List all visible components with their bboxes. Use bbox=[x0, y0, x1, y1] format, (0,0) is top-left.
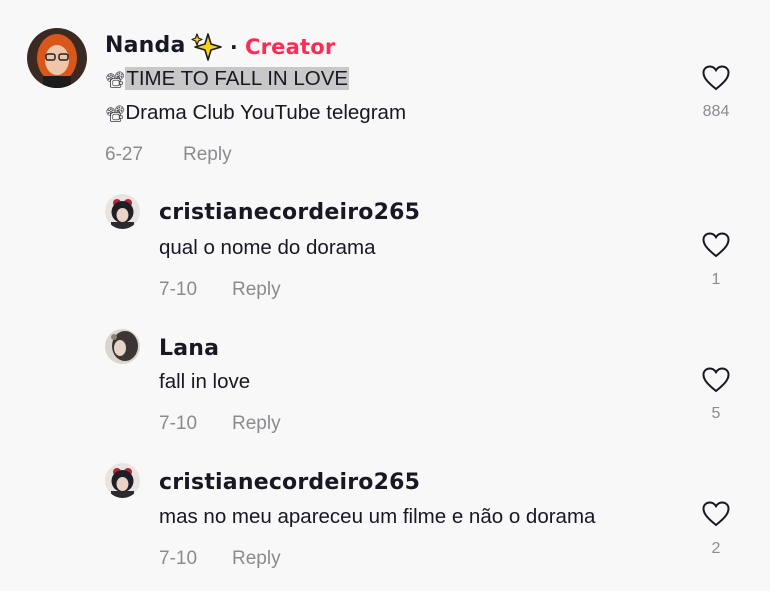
reply-button[interactable]: Reply bbox=[232, 413, 281, 435]
avatar[interactable] bbox=[105, 329, 140, 364]
reply-button[interactable]: Reply bbox=[232, 279, 281, 301]
comment-highlighted-text: TIME TO FALL IN LOVE bbox=[125, 67, 350, 90]
comment-username[interactable]: Lana bbox=[159, 336, 219, 361]
comment-username[interactable]: cristianecordeiro265 bbox=[159, 200, 420, 225]
like-count: 5 bbox=[711, 405, 721, 422]
avatar[interactable] bbox=[105, 463, 140, 498]
avatar[interactable] bbox=[27, 28, 87, 88]
like-count: 884 bbox=[702, 103, 730, 120]
creator-label: Creator bbox=[244, 35, 336, 59]
comment-text: mas no meu apareceu um filme e não o dor… bbox=[159, 505, 596, 528]
comment-text-line: 📽Drama Club YouTube telegram bbox=[105, 101, 407, 124]
comment-text: qual o nome do dorama bbox=[159, 236, 376, 259]
heart-icon[interactable] bbox=[702, 65, 730, 91]
comment-text: fall in love bbox=[159, 370, 251, 393]
comment-username[interactable]: Nanda bbox=[105, 33, 186, 58]
comment-date: 7-10 bbox=[159, 548, 198, 569]
comment-text-line: 📽TIME TO FALL IN LOVE bbox=[105, 67, 350, 91]
avatar[interactable] bbox=[105, 194, 140, 229]
sparkle-icon bbox=[191, 33, 222, 61]
comment-username[interactable]: cristianecordeiro265 bbox=[159, 470, 420, 495]
like-count: 2 bbox=[711, 540, 721, 557]
creator-badge: · Creator bbox=[230, 35, 336, 59]
film-projector-icon: 📽 bbox=[105, 72, 126, 89]
comment-date: 7-10 bbox=[159, 279, 198, 300]
film-projector-icon: 📽 bbox=[105, 106, 126, 123]
comment-date: 7-10 bbox=[159, 413, 198, 434]
heart-icon[interactable] bbox=[702, 501, 730, 527]
reply-button[interactable]: Reply bbox=[232, 548, 281, 570]
reply-button[interactable]: Reply bbox=[183, 144, 232, 166]
heart-icon[interactable] bbox=[702, 232, 730, 258]
heart-icon[interactable] bbox=[702, 367, 730, 393]
like-count: 1 bbox=[711, 271, 721, 288]
comment-date: 6-27 bbox=[105, 144, 144, 165]
